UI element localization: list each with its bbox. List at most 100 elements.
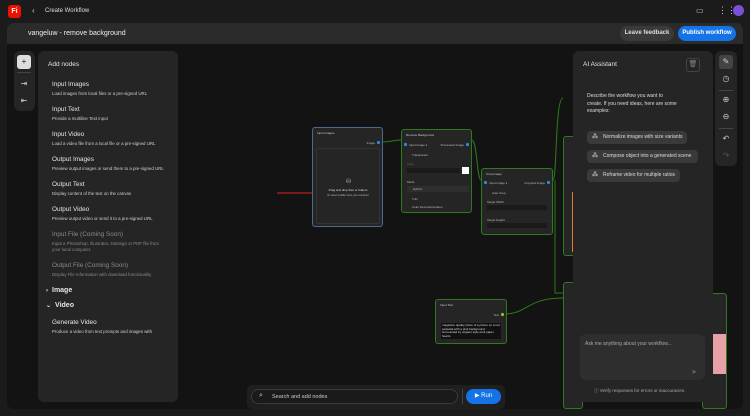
list-item-output-text[interactable]: Output Text Display content of the text o…: [52, 181, 168, 197]
back-button[interactable]: ‹: [32, 6, 35, 15]
item-desc: Preview output video or send it to a pre…: [52, 216, 153, 221]
trim-checkbox[interactable]: Trim: [412, 197, 418, 201]
node-input-images[interactable]: Input Images Image ⛁ Drag and drop files…: [312, 127, 383, 227]
ai-chat-icon[interactable]: ✎: [719, 55, 733, 69]
node-title: Remove Background: [406, 133, 435, 137]
zoom-out-icon[interactable]: ⊖: [719, 110, 733, 124]
trash-button[interactable]: 🗑: [686, 58, 700, 72]
item-desc: Display File Information with download f…: [52, 272, 152, 277]
decontamination-checkbox[interactable]: Color Decontamination: [412, 205, 443, 209]
item-title: Input File (Coming Soon): [52, 231, 124, 238]
ai-intro: Describe the workflow you want to create…: [587, 93, 677, 114]
output-port[interactable]: [466, 143, 469, 146]
node-input-text[interactable]: Input Text Text magazine quality photo o…: [435, 299, 507, 344]
list-item-generate-video[interactable]: Generate Video Produce a video from text …: [52, 319, 168, 335]
zoom-in-icon[interactable]: ⊕: [719, 93, 733, 107]
port-label: Input Image 1: [489, 181, 508, 185]
list-item-input-text[interactable]: Input Text Provide a multiline Text input: [52, 106, 168, 122]
node-title: Input Text: [440, 303, 453, 307]
drop-text: Drag and drop files or folders: [328, 188, 368, 192]
edge: [381, 139, 402, 143]
sparkle-icon: ⁂: [592, 153, 598, 159]
output-port[interactable]: [377, 141, 380, 144]
import-icon[interactable]: ⇥: [17, 77, 31, 91]
chevron-right-icon: ›: [46, 288, 48, 294]
right-toolbar: ✎ ◷ ⊕ ⊖ ↶ ↷: [715, 51, 737, 166]
edge: [471, 139, 482, 181]
panel-title: AI Assistant: [583, 61, 617, 68]
node-crop-image[interactable]: Crop Image Input Image 1 Cropped Image A…: [481, 168, 553, 235]
avatar[interactable]: [733, 5, 744, 16]
item-desc: Produce a video from text prompts and im…: [52, 329, 153, 334]
output-port[interactable]: [547, 181, 550, 184]
divider: [17, 72, 31, 73]
input-port[interactable]: [404, 143, 407, 146]
item-title: Output Text: [52, 181, 85, 188]
input-port[interactable]: [484, 181, 487, 184]
add-nodes-panel: Add nodes Input Images Load images from l…: [38, 51, 178, 402]
port-label: Image: [366, 141, 375, 145]
suggestion-button[interactable]: ⁂ Normalize images with size variants: [587, 131, 688, 144]
left-toolbar: + ⇥ ⇤: [14, 51, 35, 111]
port-label: Text: [493, 313, 499, 317]
port-label: Processed Image: [440, 143, 464, 147]
list-item-input-images[interactable]: Input Images Load images from local files…: [52, 81, 168, 97]
color-field[interactable]: [407, 168, 460, 173]
search-toolbar: ⌕ Search and add nodes ▶ Run: [247, 385, 505, 409]
text-value[interactable]: magazine quality photo of a phone on a r…: [441, 323, 501, 339]
suggestion-label: Normalize images with size variants: [603, 134, 683, 140]
ai-chat-input[interactable]: Ask me anything about your workflow... ➤: [580, 334, 705, 380]
workflow-editor: vangeluw - remove background Leave feedb…: [7, 23, 743, 409]
target-height-input[interactable]: [487, 223, 547, 228]
section-label: Image: [52, 287, 73, 294]
list-item-input-video[interactable]: Input Video Load a video file from a loca…: [52, 131, 168, 147]
section-video[interactable]: ⌄ Video: [46, 302, 168, 309]
export-icon[interactable]: ⇤: [17, 94, 31, 108]
search-icon: ⌕: [259, 392, 263, 399]
history-icon[interactable]: ◷: [719, 72, 733, 86]
suggestion-button[interactable]: ⁂ Reframe video for multiple ratios: [587, 169, 680, 182]
drop-zone[interactable]: ⛁ Drag and drop files or folders Or sele…: [316, 148, 380, 224]
suggestion-label: Compose object into a generated scene: [603, 153, 692, 159]
transparent-checkbox[interactable]: Transparent: [412, 153, 428, 157]
divider: [719, 128, 733, 129]
disclaimer: ⓘ Verify responses for errors or inaccur…: [594, 388, 685, 394]
search-input[interactable]: ⌕ Search and add nodes: [251, 389, 458, 404]
item-title: Input Text: [52, 106, 80, 113]
item-desc: Load a video file from a local file or a…: [52, 141, 156, 146]
chevron-down-icon: ⌄: [46, 303, 52, 309]
output-port[interactable]: [501, 313, 504, 316]
add-node-button[interactable]: +: [17, 55, 31, 69]
search-placeholder: Search and add nodes: [272, 394, 328, 400]
item-title: Generate Video: [52, 319, 97, 326]
chat-placeholder: Ask me anything about your workflow...: [585, 341, 672, 347]
target-width-label: Target Width: [487, 200, 504, 204]
auto-crop-checkbox[interactable]: Auto Crop: [492, 191, 506, 195]
item-desc: Input a Photoshop, Illustrator, Indesign…: [52, 241, 159, 252]
redo-icon[interactable]: ↷: [719, 149, 733, 163]
section-image[interactable]: › Image: [46, 287, 168, 294]
node-list: Input Images Load images from local files…: [46, 81, 168, 344]
run-button[interactable]: ▶ Run: [466, 389, 501, 404]
list-item-output-images[interactable]: Output Images Preview output images or se…: [52, 156, 168, 172]
mode-label: Mode: [407, 180, 415, 184]
section-label: Video: [55, 302, 74, 309]
item-desc: Display content of the text on the canva…: [52, 191, 132, 196]
sparkle-icon: ⁂: [592, 172, 598, 178]
suggestions: ⁂ Normalize images with size variants ⁂ Co…: [587, 125, 699, 182]
undo-icon[interactable]: ↶: [719, 132, 733, 146]
top-bar: Fi ‹ Create Workflow ▭ ⋮⋮: [0, 0, 750, 23]
suggestion-button[interactable]: ⁂ Compose object into a generated scene: [587, 150, 698, 163]
page-title: Create Workflow: [45, 8, 90, 14]
target-width-input[interactable]: [487, 205, 547, 210]
app-logo: Fi: [8, 5, 21, 18]
item-title: Output File (Coming Soon): [52, 262, 129, 269]
send-icon[interactable]: ➤: [691, 368, 697, 376]
edge: [554, 180, 563, 294]
mode-select[interactable]: Hybrid: [407, 186, 469, 192]
list-item-output-video[interactable]: Output Video Preview output video or send…: [52, 206, 168, 222]
color-swatch[interactable]: [462, 167, 469, 174]
feedback-icon[interactable]: ▭: [696, 6, 704, 15]
node-remove-background[interactable]: Remove Background Input Image 1 Processe…: [401, 129, 472, 213]
drop-subtext: Or select a folder from your computer: [327, 194, 369, 197]
